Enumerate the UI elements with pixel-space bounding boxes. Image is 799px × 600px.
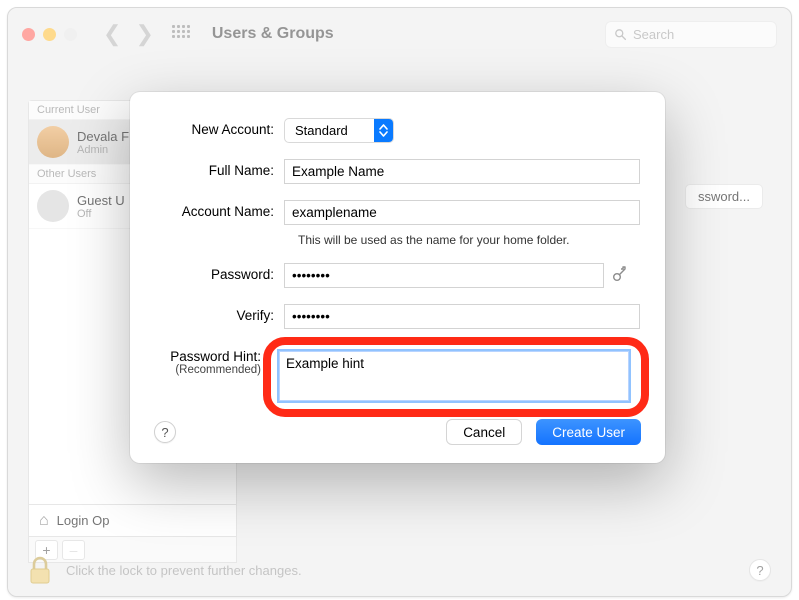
account-name-label: Account Name: xyxy=(154,200,284,219)
verify-label: Verify: xyxy=(154,304,284,323)
password-label: Password: xyxy=(154,263,284,282)
create-user-button[interactable]: Create User xyxy=(536,419,641,445)
password-hint-field[interactable] xyxy=(279,351,629,401)
new-user-sheet: New Account: Standard Full Name: Account… xyxy=(130,92,665,463)
password-field[interactable] xyxy=(284,263,604,288)
new-account-label: New Account: xyxy=(154,118,284,137)
full-name-label: Full Name: xyxy=(154,159,284,178)
select-stepper-icon xyxy=(374,118,393,143)
verify-field[interactable] xyxy=(284,304,640,329)
password-assistant-icon[interactable] xyxy=(612,264,628,287)
account-type-value: Standard xyxy=(285,123,374,138)
account-name-field[interactable] xyxy=(284,200,640,225)
cancel-button[interactable]: Cancel xyxy=(446,419,522,445)
hint-label: Password Hint: (Recommended) xyxy=(154,345,271,376)
account-name-helper: This will be used as the name for your h… xyxy=(284,233,641,247)
sheet-help-button[interactable]: ? xyxy=(154,421,176,443)
full-name-field[interactable] xyxy=(284,159,640,184)
account-type-select[interactable]: Standard xyxy=(284,118,394,143)
